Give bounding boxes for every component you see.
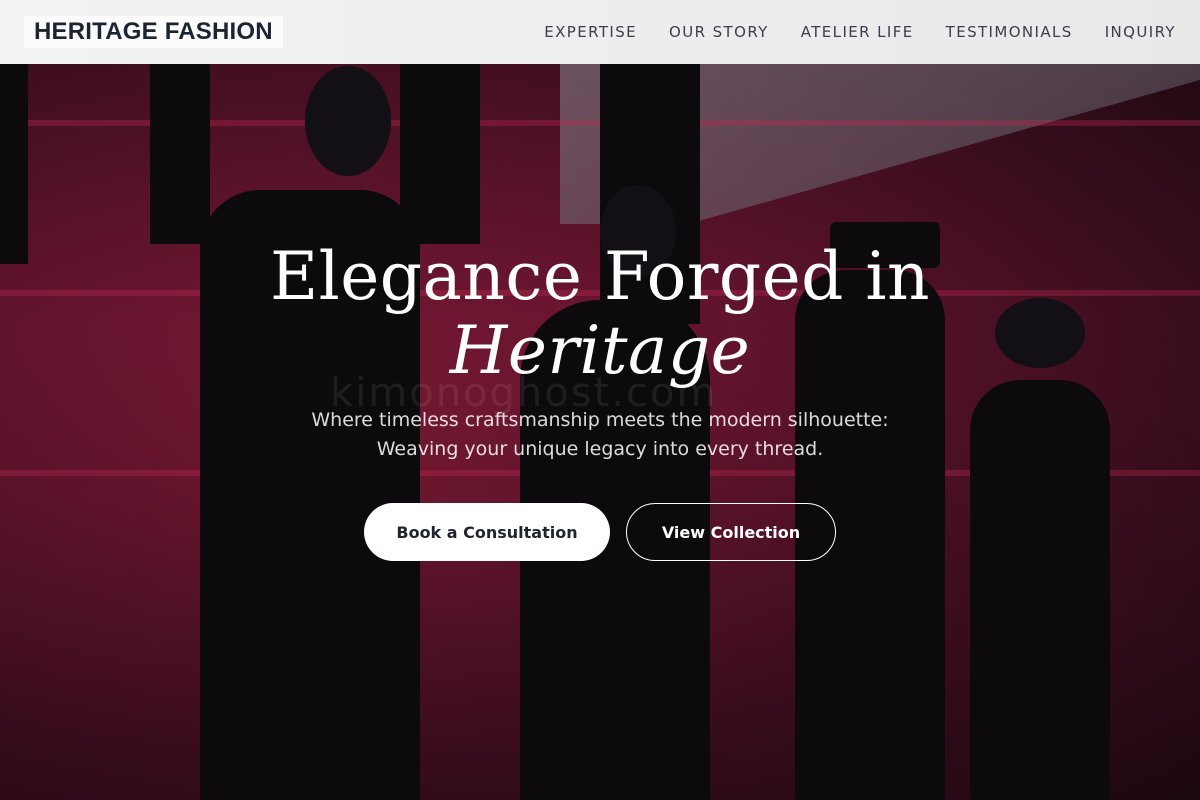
book-consultation-button[interactable]: Book a Consultation [364,503,610,561]
hero-subtitle-line1: Where timeless craftsmanship meets the m… [311,409,889,431]
nav-link-atelier-life[interactable]: ATELIER LIFE [801,23,914,41]
mannequin-silhouette [150,64,210,244]
hero-subtitle-line2: Weaving your unique legacy into every th… [376,438,824,460]
nav-menu: EXPERTISE OUR STORY ATELIER LIFE TESTIMO… [544,23,1176,41]
mannequin-silhouette [0,64,28,264]
view-collection-button[interactable]: View Collection [626,503,836,561]
nav-link-our-story[interactable]: OUR STORY [669,23,769,41]
hero-subtitle: Where timeless craftsmanship meets the m… [0,406,1200,464]
hero-section: kimonoghost.com Elegance Forged in Herit… [0,0,1200,800]
nav-link-expertise[interactable]: EXPERTISE [544,23,637,41]
top-navigation: HERITAGE FASHION EXPERTISE OUR STORY ATE… [0,0,1200,64]
nav-link-inquiry[interactable]: INQUIRY [1105,23,1176,41]
hero-title-line2: Heritage [449,312,751,389]
brand-logo[interactable]: HERITAGE FASHION [24,16,283,48]
hero-title: Elegance Forged in Heritage [0,240,1200,388]
mannequin-head [305,66,391,176]
mannequin-silhouette [400,64,480,244]
nav-link-testimonials[interactable]: TESTIMONIALS [946,23,1073,41]
hero-title-line1: Elegance Forged in [269,238,931,315]
